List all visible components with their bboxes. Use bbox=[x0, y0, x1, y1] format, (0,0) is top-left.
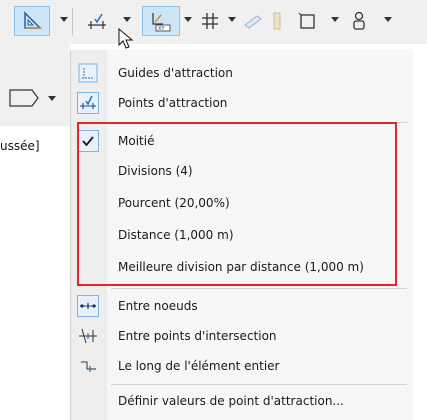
truncated-label: ussée] bbox=[0, 139, 40, 153]
menu-item-percent[interactable]: Pourcent (20,00%) bbox=[71, 188, 411, 218]
check-icon bbox=[77, 130, 99, 152]
menu-item-distance[interactable]: Distance (1,000 m) bbox=[71, 220, 411, 250]
menu-separator bbox=[111, 122, 407, 123]
svg-text:XY: XY bbox=[158, 26, 165, 32]
user-button[interactable] bbox=[346, 6, 372, 36]
menu-item-label: Entre points d'intersection bbox=[118, 329, 277, 343]
menu-item-label: Distance (1,000 m) bbox=[118, 228, 234, 242]
menu-item-label: Points d'attraction bbox=[118, 96, 228, 110]
menu-separator bbox=[111, 288, 407, 289]
menu-item-half[interactable]: Moitié bbox=[71, 126, 411, 156]
shape-dropdown-arrow[interactable] bbox=[48, 96, 56, 101]
pencil-icon bbox=[244, 15, 262, 29]
menu-item-define-snap-values[interactable]: Définir valeurs de point d'attraction... bbox=[71, 386, 411, 416]
menu-item-label: Divisions (4) bbox=[118, 164, 193, 178]
menu-item-snap-points[interactable]: Points d'attraction bbox=[71, 88, 411, 118]
along-element-icon bbox=[77, 355, 99, 377]
snap-guides-button[interactable] bbox=[82, 6, 112, 36]
grid-snap-button[interactable] bbox=[196, 6, 224, 36]
menu-separator bbox=[111, 384, 407, 385]
rectangle-icon bbox=[298, 12, 315, 29]
menu-item-guides-attraction[interactable]: Guides d'attraction bbox=[71, 58, 411, 88]
rectangle-button[interactable] bbox=[294, 6, 320, 36]
menu-item-label: Moitié bbox=[118, 134, 155, 148]
shape-selector-button[interactable] bbox=[6, 84, 56, 114]
menu-item-label: Guides d'attraction bbox=[118, 66, 233, 80]
triangle-ruler-button[interactable] bbox=[14, 6, 50, 36]
menu-item-best-division[interactable]: Meilleure division par distance (1,000 m… bbox=[71, 252, 411, 282]
snap-guides-icon bbox=[88, 13, 106, 29]
placeholder-button[interactable] bbox=[268, 6, 286, 36]
left-panel-content bbox=[0, 126, 70, 420]
triangle-ruler-icon bbox=[24, 11, 42, 29]
menu-item-divisions[interactable]: Divisions (4) bbox=[71, 156, 411, 186]
toolbar: XY bbox=[0, 0, 427, 44]
grid-snap-dropdown-arrow[interactable] bbox=[228, 17, 236, 22]
menu-item-between-nodes[interactable]: Entre noeuds bbox=[71, 291, 411, 321]
grid-snap-icon bbox=[202, 13, 218, 29]
xy-coordinate-icon: XY bbox=[152, 13, 171, 32]
user-icon bbox=[353, 11, 365, 30]
menu-item-along-element[interactable]: Le long de l'élément entier bbox=[71, 351, 411, 381]
wall-icon bbox=[273, 12, 281, 30]
triangle-ruler-dropdown-arrow[interactable] bbox=[60, 17, 68, 22]
menu-item-label: Meilleure division par distance (1,000 m… bbox=[118, 260, 364, 274]
pentagon-outline-icon bbox=[9, 89, 39, 107]
toolbar-divider bbox=[72, 8, 73, 36]
xy-coordinate-dropdown-arrow[interactable] bbox=[184, 17, 192, 22]
snap-guides-dropdown-arrow[interactable] bbox=[123, 17, 131, 22]
menu-item-between-intersections[interactable]: Entre points d'intersection bbox=[71, 321, 411, 351]
intersection-points-icon bbox=[77, 325, 99, 347]
snap-points-icon bbox=[77, 92, 99, 114]
pencil-button[interactable] bbox=[240, 6, 266, 36]
user-dropdown-arrow[interactable] bbox=[384, 17, 392, 22]
rectangle-dropdown-arrow[interactable] bbox=[331, 17, 339, 22]
xy-coordinate-button[interactable]: XY bbox=[142, 6, 180, 36]
menu-item-label: Le long de l'élément entier bbox=[118, 359, 280, 373]
guides-icon bbox=[77, 62, 99, 84]
snap-options-menu: Guides d'attraction Points d'attraction … bbox=[70, 50, 411, 420]
between-nodes-icon bbox=[77, 295, 99, 317]
menu-item-label: Entre noeuds bbox=[118, 299, 198, 313]
mouse-cursor-icon bbox=[118, 28, 134, 49]
menu-item-label: Pourcent (20,00%) bbox=[118, 196, 230, 210]
menu-item-label: Définir valeurs de point d'attraction... bbox=[118, 394, 344, 408]
